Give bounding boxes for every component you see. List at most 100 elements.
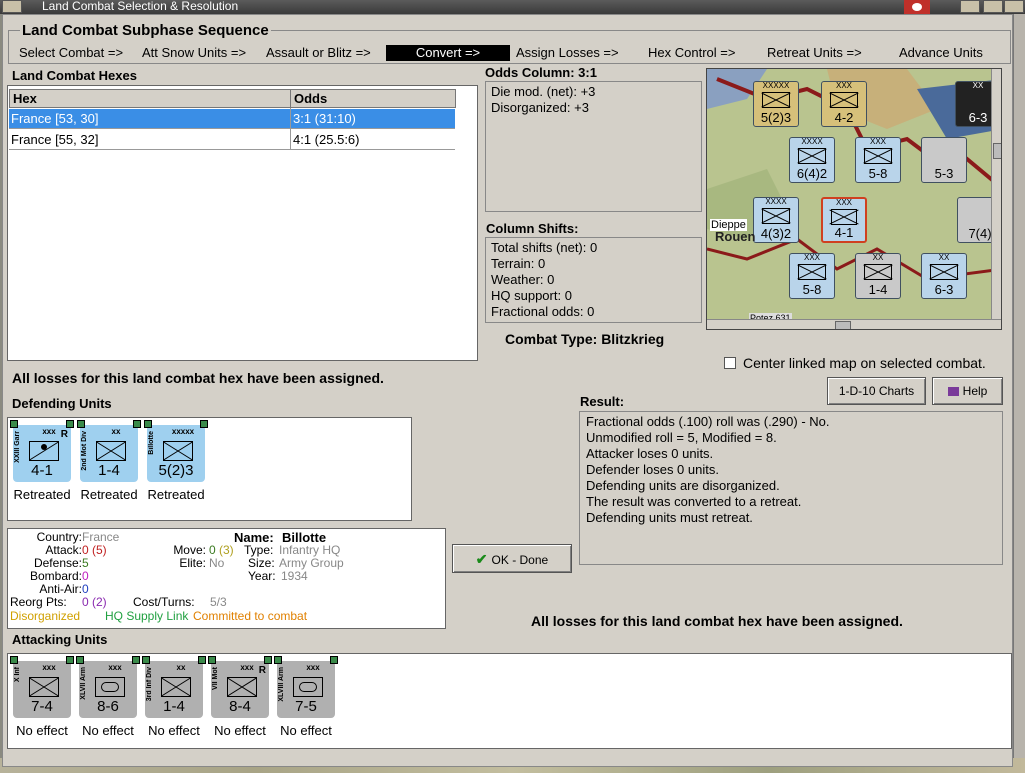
- combat-type: Combat Type: Blitzkrieg: [505, 331, 665, 347]
- att-unit-counter[interactable]: xxx X Inf 7-4: [10, 656, 74, 718]
- attacking-label: Attacking Units: [12, 632, 108, 647]
- country-value: France: [82, 530, 120, 544]
- close-button[interactable]: [1004, 0, 1024, 13]
- att-unit-counter[interactable]: xxx XLVII Arm 8-6: [76, 656, 140, 718]
- map-counter[interactable]: 5-3: [921, 137, 967, 183]
- elite-value: No: [209, 556, 225, 570]
- elite-label: Elite:: [179, 556, 206, 570]
- size-label: Size:: [248, 556, 275, 570]
- unit-name: 3rd Inf Div: [146, 667, 153, 702]
- defending-label: Defending Units: [12, 396, 112, 411]
- reserve-marker: R: [258, 665, 266, 676]
- map-counter[interactable]: XXX 5-8: [855, 137, 901, 183]
- charts-button[interactable]: 1-D-10 Charts: [827, 377, 926, 405]
- def-unit-counter[interactable]: xxx XXIII Garr R 4-1: [10, 420, 74, 482]
- unit-strength: 1-4: [98, 462, 120, 479]
- center-map-checkbox[interactable]: [724, 357, 736, 369]
- move-label: Move:: [173, 543, 206, 557]
- unit-size: xxx: [42, 663, 56, 672]
- hexes-label: Land Combat Hexes: [12, 68, 137, 83]
- flag-icon: [904, 0, 930, 14]
- center-map-label: Center linked map on selected combat.: [743, 355, 986, 371]
- seq-hex-control: Hex Control =>: [648, 45, 736, 60]
- map-counter[interactable]: XXX 4-1: [821, 197, 867, 243]
- ok-done-button[interactable]: ✔ OK - Done: [452, 544, 572, 573]
- losses-message: All losses for this land combat hex have…: [12, 370, 384, 386]
- shifts-label: Column Shifts:: [486, 221, 579, 236]
- map-counter[interactable]: XXXXX 5(2)3: [753, 81, 799, 127]
- column-header-odds[interactable]: Odds: [290, 89, 456, 108]
- def-unit-status: Retreated: [147, 487, 205, 502]
- map-hscrollbar[interactable]: [707, 319, 1001, 329]
- reserve-marker: R: [60, 429, 68, 440]
- att-unit-counter[interactable]: xxx VII Mot R 8-4: [208, 656, 272, 718]
- unit-strength: 1-4: [163, 698, 185, 715]
- odds-box: Die mod. (net): +3 Disorganized: +3: [485, 81, 702, 212]
- table-row[interactable]: France [53, 30] 3:1 (31:10): [9, 109, 455, 129]
- map-label-rouen: Rouen: [715, 229, 756, 244]
- unit-marker: [208, 656, 216, 664]
- result-line: Defender loses 0 units.: [586, 462, 719, 477]
- unit-marker: [133, 420, 141, 428]
- reorg-label: Reorg Pts:: [10, 595, 67, 609]
- sequence-label: Land Combat Subphase Sequence: [20, 22, 271, 39]
- map-counter[interactable]: XX 6-3: [921, 253, 967, 299]
- type-label: Type:: [244, 543, 274, 557]
- att-unit-status: No effect: [148, 723, 200, 738]
- year-value: 1934: [281, 569, 308, 583]
- infantry-symbol-icon: [163, 441, 193, 461]
- die-mod-text: Die mod. (net): +3: [491, 84, 596, 99]
- att-unit-status: No effect: [214, 723, 266, 738]
- maximize-button[interactable]: [983, 0, 1003, 13]
- unit-marker: [198, 656, 206, 664]
- unit-size: xx: [111, 427, 121, 436]
- def-unit-counter[interactable]: xx 2nd Mot Div 1-4: [77, 420, 141, 482]
- odds-cell: 4:1 (25.5:6): [293, 132, 360, 147]
- seq-select-combat: Select Combat =>: [19, 45, 124, 60]
- map-counter[interactable]: XXXX 4(3)2: [753, 197, 799, 243]
- unit-marker: [274, 656, 282, 664]
- hex-cell: France [55, 32]: [11, 132, 99, 147]
- map-counter[interactable]: XX 1-4: [855, 253, 901, 299]
- att-unit-counter[interactable]: xx 3rd Inf Div 1-4: [142, 656, 206, 718]
- map-counter[interactable]: XXX 4-2: [821, 81, 867, 127]
- unit-name: X Inf: [14, 667, 21, 683]
- result-line: Defending units are disorganized.: [586, 478, 780, 493]
- unit-name: XLVII Arm: [80, 667, 87, 700]
- map-vscroll-thumb[interactable]: [993, 143, 1001, 159]
- infantry-symbol-icon: [161, 677, 191, 697]
- linked-map[interactable]: XXXXX 5(2)3 XXX 4-2 XX 6-3 XXXX 6(4)2 XXX 5-8…: [706, 68, 1002, 330]
- map-hscroll-thumb[interactable]: [835, 321, 851, 329]
- help-button[interactable]: Help: [932, 377, 1003, 405]
- map-counter[interactable]: XXX 5-8: [789, 253, 835, 299]
- minimize-button[interactable]: [960, 0, 980, 13]
- column-header-hex[interactable]: Hex: [9, 89, 291, 108]
- att-unit-counter[interactable]: xxx XLVIII Arm 7-5: [274, 656, 338, 718]
- attack-value: 0: [82, 543, 89, 557]
- hq-support-text: HQ support: 0: [491, 288, 572, 303]
- unit-strength: 7-5: [295, 698, 317, 715]
- column-divider: [290, 108, 291, 150]
- attack-label: Attack:: [45, 543, 82, 557]
- map-vscrollbar[interactable]: [991, 69, 1001, 319]
- map-counter[interactable]: XXXX 6(4)2: [789, 137, 835, 183]
- weather-text: Weather: 0: [491, 272, 555, 287]
- unit-size: xxx: [108, 663, 122, 672]
- check-icon: ✔: [475, 551, 488, 567]
- def-unit-counter[interactable]: xxxxx Billotte 5(2)3: [144, 420, 208, 482]
- system-menu-button[interactable]: [2, 0, 22, 13]
- table-row[interactable]: France [55, 32] 4:1 (25.5:6): [9, 130, 455, 150]
- result-line: Fractional odds (.100) roll was (.290) -…: [586, 414, 830, 429]
- att-unit-status: No effect: [280, 723, 332, 738]
- infantry-symbol-icon: [227, 677, 257, 697]
- att-unit-status: No effect: [16, 723, 68, 738]
- unit-name: XXIII Garr: [14, 431, 21, 463]
- unit-size: xxx: [306, 663, 320, 672]
- unit-details-panel: Country: France Name: Billotte Attack: 0…: [7, 528, 446, 629]
- fractional-odds-text: Fractional odds: 0: [491, 304, 595, 319]
- seq-assign-losses: Assign Losses =>: [516, 45, 619, 60]
- armor-symbol-icon: [95, 677, 125, 697]
- result-line: The result was converted to a retreat.: [586, 494, 802, 509]
- unit-marker: [10, 656, 18, 664]
- infantry-symbol-icon: [29, 677, 59, 697]
